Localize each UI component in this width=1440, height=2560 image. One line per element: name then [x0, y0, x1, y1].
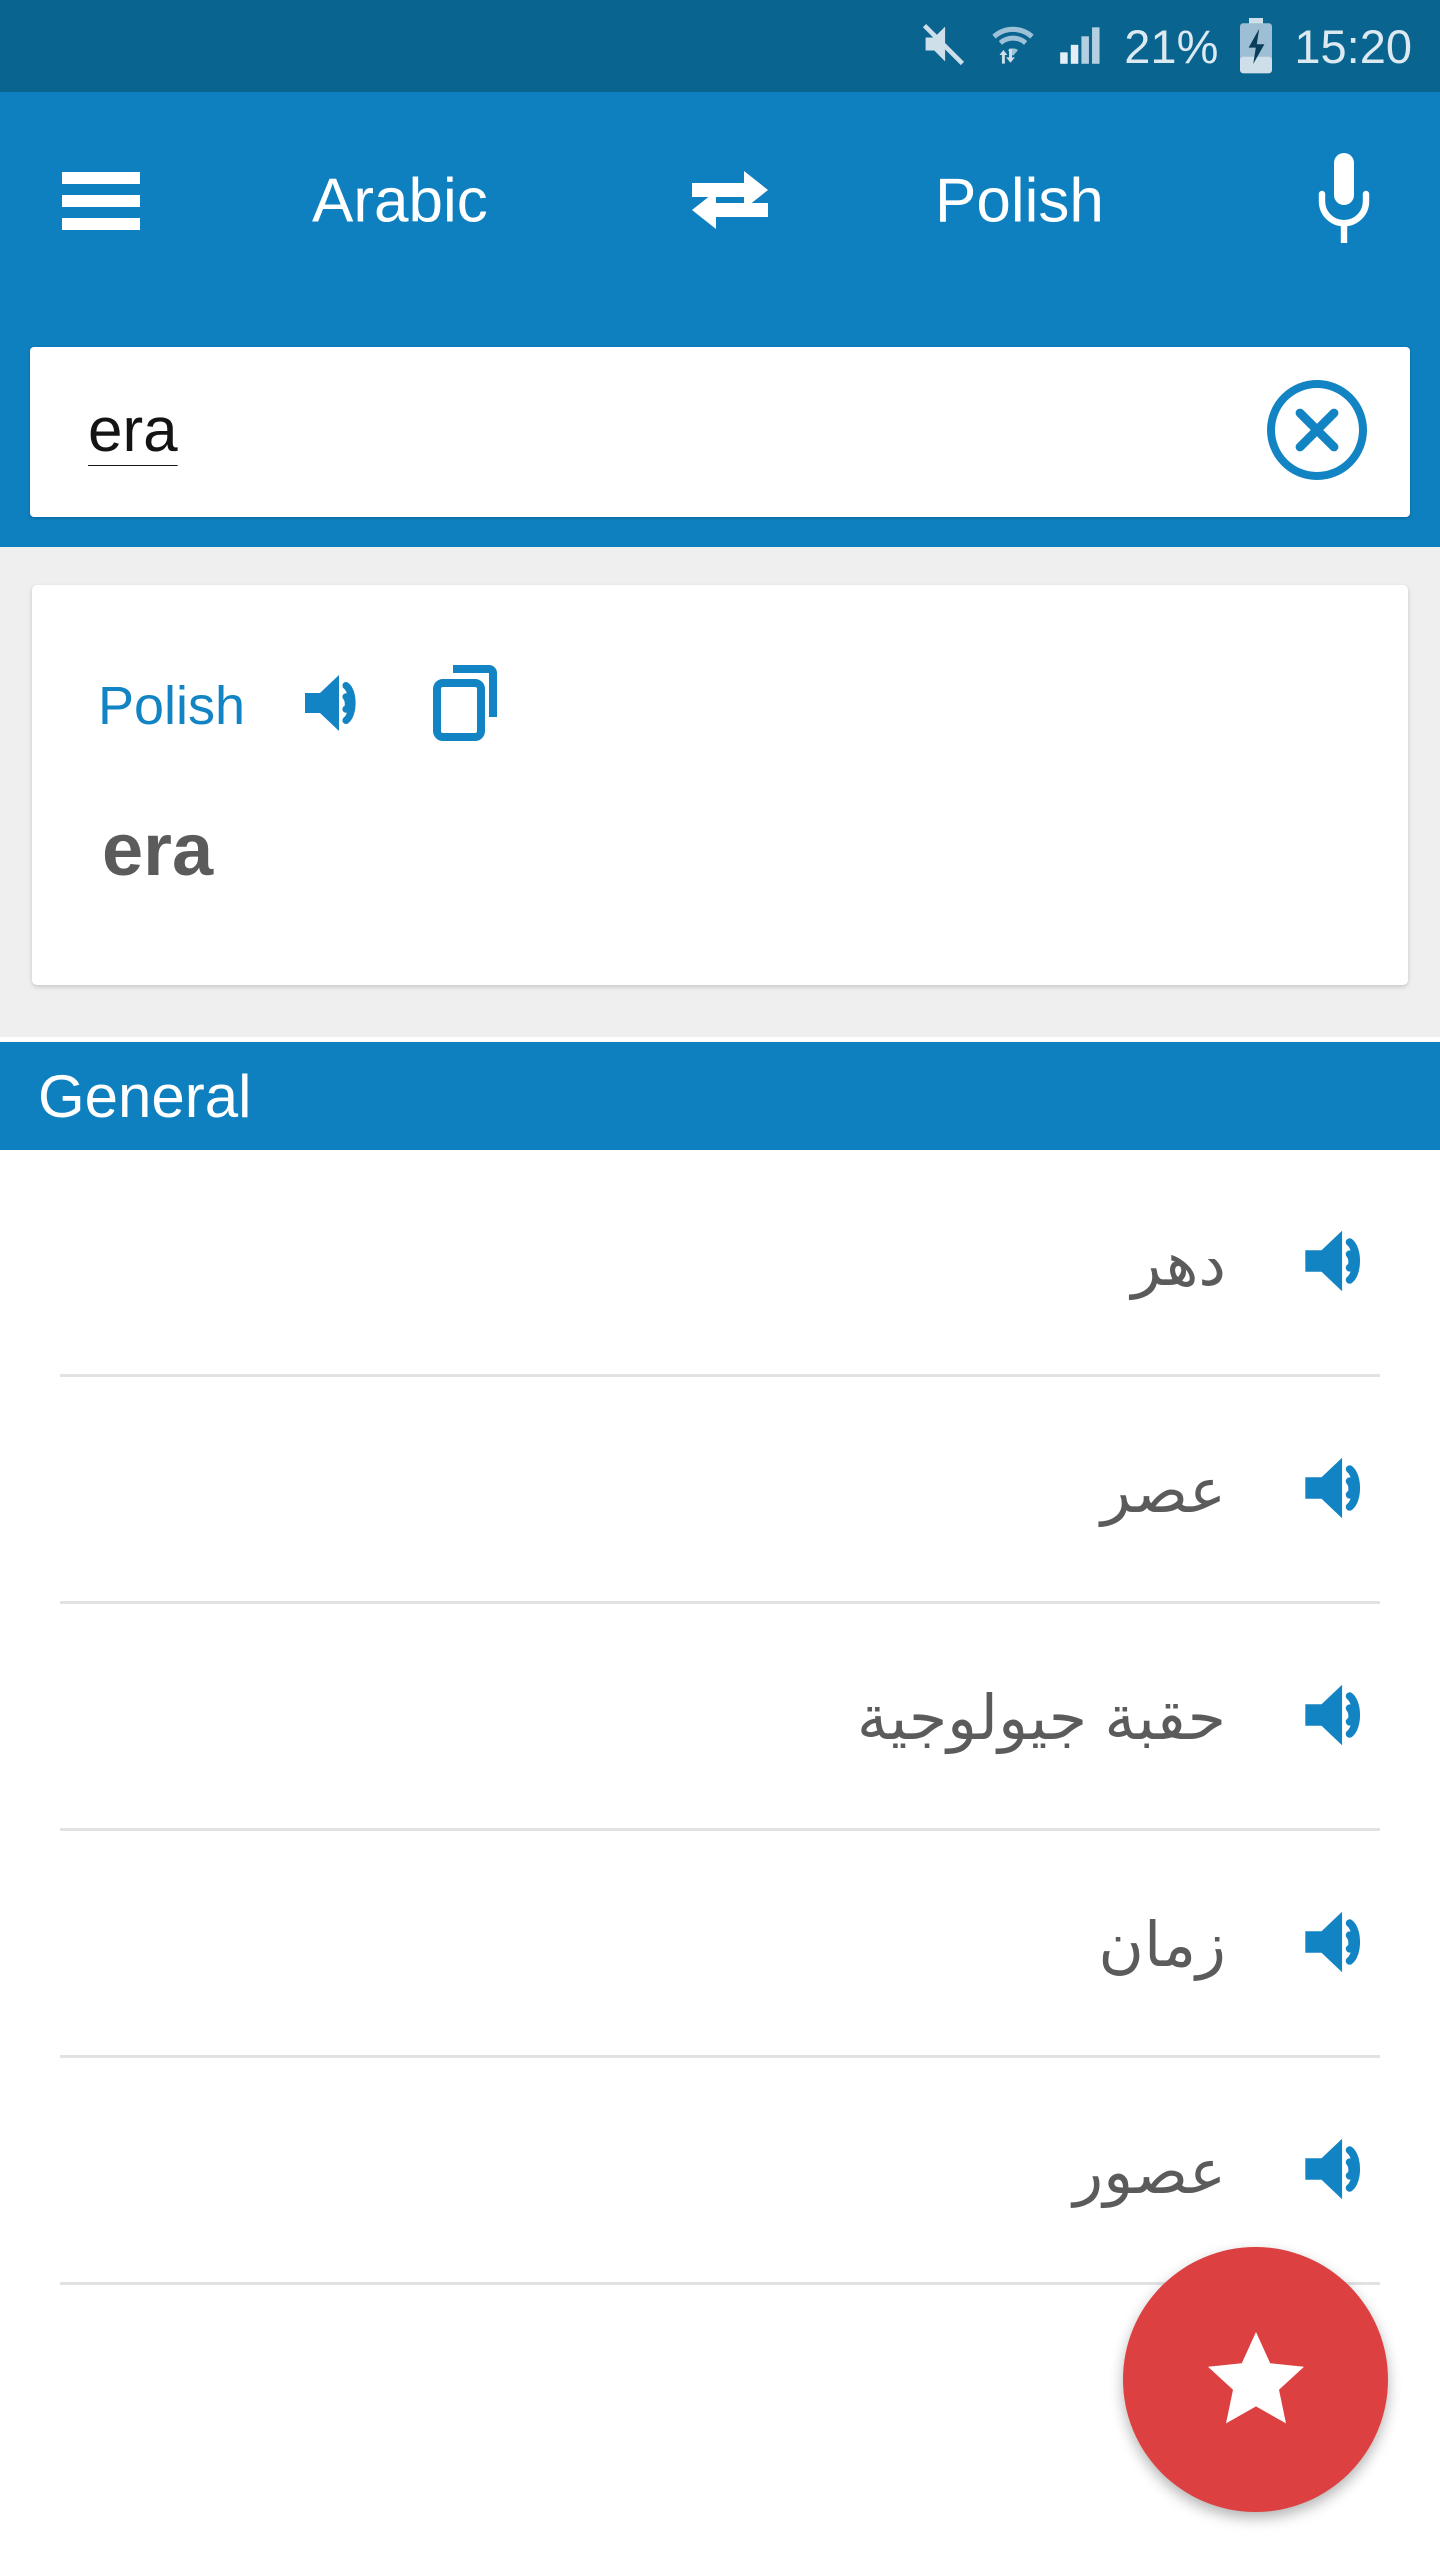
result-speak-button[interactable]	[1276, 1426, 1406, 1556]
battery-percent-label: 21%	[1124, 19, 1219, 73]
voice-input-button[interactable]	[1296, 146, 1392, 256]
hamburger-menu-icon[interactable]	[62, 172, 140, 230]
speaker-icon	[1301, 1904, 1381, 1985]
target-language-button[interactable]: Polish	[935, 166, 1104, 237]
speaker-icon	[1301, 1223, 1381, 1304]
translation-card-area: Polish era	[0, 547, 1440, 1037]
app-root: 21% 15:20 Arabic Polish era Polish era G…	[0, 0, 1440, 2560]
search-field[interactable]	[30, 347, 1410, 517]
clear-circle-icon	[1265, 378, 1369, 487]
status-bar: 21% 15:20	[0, 0, 1440, 92]
result-term: عصور	[1073, 2138, 1226, 2207]
translation-card-header: Polish	[98, 665, 505, 746]
source-language-button[interactable]: Arabic	[312, 166, 488, 237]
speaker-icon	[1301, 1450, 1381, 1531]
hamburger-bar-2	[62, 195, 140, 207]
wifi-icon	[988, 18, 1038, 75]
result-speak-button[interactable]	[1276, 1653, 1406, 1783]
copy-icon	[431, 665, 505, 746]
copy-translation-button[interactable]	[431, 665, 505, 746]
swap-horizontal-icon	[684, 161, 776, 242]
app-bar-top-row: Arabic Polish	[0, 92, 1440, 310]
clock-label: 15:20	[1294, 19, 1412, 73]
clear-search-button[interactable]	[1242, 357, 1392, 507]
result-term: زمان	[1098, 1911, 1226, 1980]
table-row[interactable]: دهر	[0, 1150, 1440, 1377]
mute-icon	[918, 18, 970, 75]
result-term: حقبة جيولوجية	[856, 1684, 1226, 1753]
microphone-icon	[1313, 149, 1375, 254]
status-bar-icons: 21% 15:20	[918, 18, 1412, 75]
result-speak-button[interactable]	[1276, 1199, 1406, 1329]
favorites-fab[interactable]	[1123, 2247, 1388, 2512]
result-speak-button[interactable]	[1276, 1880, 1406, 2010]
hamburger-bar-3	[62, 218, 140, 230]
table-row[interactable]: حقبة جيولوجية	[0, 1604, 1440, 1831]
speaker-icon	[301, 668, 375, 743]
swap-languages-button[interactable]	[680, 160, 780, 242]
hamburger-bar-1	[62, 172, 140, 184]
section-header-general: General	[0, 1042, 1440, 1150]
star-icon	[1202, 2326, 1310, 2433]
table-row[interactable]: زمان	[0, 1831, 1440, 2058]
speaker-icon	[1301, 2131, 1381, 2212]
translation-card[interactable]: Polish era	[32, 585, 1408, 985]
translation-card-language: Polish	[98, 675, 246, 736]
app-bar: Arabic Polish	[0, 92, 1440, 547]
cellular-signal-icon	[1056, 19, 1106, 74]
translation-word: era	[102, 808, 214, 891]
result-term: دهر	[1131, 1230, 1226, 1299]
section-title: General	[38, 1062, 252, 1130]
result-term: عصر	[1101, 1457, 1226, 1526]
translation-speak-button[interactable]	[301, 668, 375, 743]
speaker-icon	[1301, 1677, 1381, 1758]
search-input[interactable]	[30, 394, 1242, 470]
result-speak-button[interactable]	[1276, 2107, 1406, 2237]
table-row[interactable]: عصر	[0, 1377, 1440, 1604]
battery-charging-icon	[1236, 18, 1276, 74]
